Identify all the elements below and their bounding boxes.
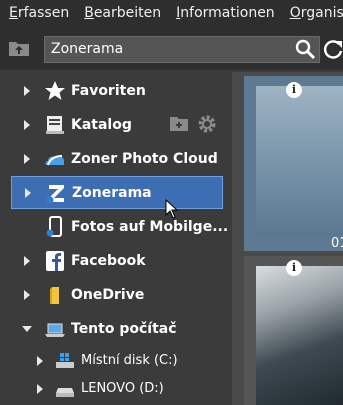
tree-item-facebook[interactable]: Facebook xyxy=(11,244,223,277)
tree-label: Favoriten xyxy=(71,82,146,99)
folder-icon xyxy=(50,286,59,304)
thumbnail-item[interactable]: i 01_ xyxy=(244,76,343,251)
thumbnail-filename: 01_ xyxy=(331,236,343,251)
refresh-icon[interactable] xyxy=(322,38,343,60)
navigator-tree: Favoriten Katalog Zoner Photo Cloud Zone… xyxy=(0,72,230,405)
expand-arrow-icon[interactable] xyxy=(24,119,30,130)
tree-label: Zonerama xyxy=(72,184,152,201)
catalog-icon xyxy=(46,115,64,134)
add-folder-icon[interactable] xyxy=(169,115,189,132)
laptop-icon xyxy=(45,323,65,337)
path-input[interactable]: Zonerama xyxy=(44,36,320,63)
tree-item-disk-d[interactable]: LENOVO (D:) xyxy=(11,372,223,405)
expand-arrow-icon[interactable] xyxy=(37,383,43,394)
photo-thumbnail xyxy=(256,266,343,405)
photo-thumbnail xyxy=(256,86,343,236)
mobile-phone-icon xyxy=(46,215,62,237)
expand-arrow-icon[interactable] xyxy=(37,355,43,366)
folder-up-icon[interactable] xyxy=(8,39,30,57)
expand-arrow-icon[interactable] xyxy=(24,85,30,96)
info-icon[interactable]: i xyxy=(286,260,302,276)
menu-organisieren[interactable]: Organisie xyxy=(290,5,343,21)
star-icon xyxy=(45,80,65,100)
expand-arrow-icon[interactable] xyxy=(24,153,30,164)
tree-item-favoriten[interactable]: Favoriten xyxy=(11,74,223,107)
tree-label: Tento počítač xyxy=(71,320,177,337)
tree-item-katalog[interactable]: Katalog xyxy=(11,108,223,141)
drive-icon xyxy=(56,387,74,397)
menu-informationen[interactable]: Informationen xyxy=(176,5,275,21)
zonerama-icon xyxy=(46,184,64,203)
tree-label: Místní disk (C:) xyxy=(81,353,178,368)
expand-arrow-icon[interactable] xyxy=(24,289,30,300)
tree-item-fotos-mobil[interactable]: Fotos auf Mobilge... xyxy=(11,210,228,243)
collapse-arrow-icon[interactable] xyxy=(22,325,32,332)
tree-item-zoner-photo-cloud[interactable]: Zoner Photo Cloud xyxy=(11,142,223,175)
menu-erfassen[interactable]: Erfassen xyxy=(9,5,69,21)
drive-windows-icon xyxy=(56,352,74,368)
expand-arrow-icon[interactable] xyxy=(24,255,30,266)
cloud-icon xyxy=(45,154,64,165)
facebook-icon xyxy=(46,250,64,271)
menu-bearbeiten[interactable]: Bearbeiten xyxy=(84,5,161,21)
thumbnail-panel: i 01_ i xyxy=(232,72,343,405)
tree-label: Zoner Photo Cloud xyxy=(71,150,218,167)
mouse-cursor-icon xyxy=(165,199,179,219)
tree-label: Katalog xyxy=(71,116,132,133)
tree-item-tento-pocitac[interactable]: Tento počítač xyxy=(11,312,223,345)
search-icon[interactable] xyxy=(294,38,316,60)
expand-arrow-icon[interactable] xyxy=(25,187,31,198)
tree-label: Fotos auf Mobilge... xyxy=(71,218,229,235)
gear-icon[interactable] xyxy=(197,114,217,134)
tree-item-onedrive[interactable]: OneDrive xyxy=(11,278,223,311)
tree-item-zonerama[interactable]: Zonerama xyxy=(11,176,223,209)
tree-label: LENOVO (D:) xyxy=(81,381,164,396)
tree-label: Facebook xyxy=(71,252,146,269)
tree-label: OneDrive xyxy=(71,286,145,303)
menu-bar: Erfassen Bearbeiten Informationen Organi… xyxy=(0,0,343,26)
info-icon[interactable]: i xyxy=(286,82,302,98)
thumbnail-item[interactable]: i xyxy=(244,256,343,405)
